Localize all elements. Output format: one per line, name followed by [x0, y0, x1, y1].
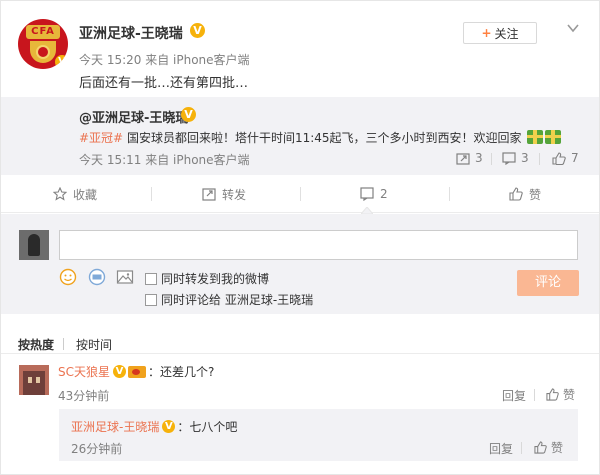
star-icon — [53, 187, 67, 201]
gift-emoji-icon — [527, 130, 544, 144]
author-avatar[interactable]: CFA V — [18, 19, 68, 69]
divider — [491, 153, 492, 165]
divider — [300, 187, 301, 201]
forward-count: 3 — [475, 151, 483, 165]
divider — [539, 153, 540, 165]
like-button[interactable]: 赞 — [509, 175, 541, 213]
verified-icon: V — [190, 23, 205, 38]
thumbs-up-icon — [509, 187, 523, 201]
forward-to-weibo-option[interactable]: 同时转发到我的微博 — [145, 270, 269, 287]
forwarded-author-name[interactable]: @亚洲足球-王晓瑞 — [79, 111, 188, 126]
avatar-window — [28, 377, 32, 383]
comment-input[interactable] — [59, 230, 578, 260]
comment-text: ：还差几个? — [148, 365, 215, 379]
weibo-card: CFA V 亚洲足球-王晓瑞 V 今天 15:20 来自 iPhone客户端 后… — [0, 0, 600, 475]
comment-time: 43分钟前 — [58, 389, 110, 403]
reply-time: 26分钟前 — [71, 442, 123, 456]
thumbs-up-icon — [546, 388, 559, 401]
post-meta: 今天 15:20 来自 iPhone客户端 — [79, 53, 250, 67]
chevron-down-icon[interactable] — [566, 21, 580, 35]
reply-like-button[interactable]: 赞 — [534, 439, 563, 456]
comment-option-label: 同时评论给 亚洲足球-王晓瑞 — [161, 293, 314, 307]
like-count: 7 — [571, 151, 579, 165]
comment-like-button[interactable]: 赞 — [546, 386, 575, 403]
comment-checkbox[interactable] — [145, 293, 157, 306]
author-name[interactable]: 亚洲足球-王晓瑞 — [79, 23, 183, 43]
forwarded-like-count[interactable]: 7 — [552, 151, 579, 165]
forwarded-text: #亚冠# 国安球员都回来啦！塔什干时间11:45起飞，三个多小时到西安！欢迎回家 — [79, 129, 562, 146]
gif-icon[interactable] — [88, 268, 106, 286]
forward-label: 转发 — [222, 187, 247, 202]
reply-button[interactable]: 回复 — [502, 387, 526, 404]
divider — [151, 187, 152, 201]
cfa-crest-text: CFA — [26, 25, 60, 39]
forward-button[interactable]: 转发 — [202, 175, 246, 213]
sort-by-hot[interactable]: 按热度 — [18, 336, 54, 353]
like-label: 赞 — [551, 441, 564, 455]
divider — [63, 338, 64, 350]
commenter-name[interactable]: SC天狼星 — [58, 363, 110, 380]
comment-sort-bar: 按热度 按时间 — [1, 314, 599, 354]
thumbs-up-icon — [534, 441, 547, 454]
smiley-icon[interactable] — [59, 268, 77, 286]
plus-icon: + — [481, 26, 492, 40]
divider — [521, 442, 522, 454]
forward-icon — [456, 152, 470, 165]
follow-label: 关注 — [494, 26, 519, 41]
forwarded-author[interactable]: @亚洲足球-王晓瑞 — [79, 107, 188, 126]
forwarded-comment-count[interactable]: 3 — [502, 151, 529, 165]
caret-up-icon — [361, 207, 373, 214]
divider — [449, 187, 450, 201]
verified-icon: V — [113, 365, 126, 378]
commenter-avatar[interactable] — [19, 365, 49, 395]
forwarded-meta: 今天 15:11 来自 iPhone客户端 — [79, 153, 250, 167]
action-bar: 收藏 转发 2 赞 — [1, 175, 599, 213]
avatar-figure — [28, 234, 40, 256]
comment-composer: 同时转发到我的微博 同时评论给 亚洲足球-王晓瑞 评论 — [1, 214, 599, 314]
my-avatar[interactable] — [19, 230, 49, 260]
reply-author-name[interactable]: 亚洲足球-王晓瑞 — [71, 418, 159, 435]
divider — [534, 389, 535, 401]
comment-line: SC天狼星 V ：还差几个? — [58, 363, 214, 380]
follow-button[interactable]: + 关注 — [463, 22, 537, 44]
comment-icon — [360, 187, 374, 201]
image-icon[interactable] — [116, 268, 134, 286]
favorite-button[interactable]: 收藏 — [53, 175, 97, 213]
favorite-label: 收藏 — [73, 187, 98, 202]
forwarded-post: @亚洲足球-王晓瑞 V #亚冠# 国安球员都回来啦！塔什干时间11:45起飞，三… — [1, 97, 599, 175]
verified-badge-icon: V — [55, 55, 68, 69]
forward-option-label: 同时转发到我的微博 — [161, 272, 270, 286]
gift-emoji-icon — [545, 130, 562, 144]
thumbs-up-icon — [552, 151, 566, 165]
forwarded-forward-count[interactable]: 3 — [456, 151, 483, 165]
comment-icon — [502, 151, 516, 165]
comment-count-label: 2 — [380, 187, 388, 201]
crest-ball-icon — [36, 45, 50, 59]
comment-to-author-option[interactable]: 同时评论给 亚洲足球-王晓瑞 — [145, 291, 313, 308]
like-label: 赞 — [529, 187, 542, 202]
post-text: 后面还有一批…还有第四批… — [79, 76, 249, 91]
sort-by-time[interactable]: 按时间 — [76, 336, 112, 353]
reply-text: ：七八个吧 — [177, 420, 238, 434]
comment-reply: 亚洲足球-王晓瑞 V ：七八个吧 26分钟前 回复 赞 — [59, 409, 578, 461]
verified-icon: V — [162, 420, 176, 433]
comment-count: 3 — [521, 151, 529, 165]
submit-comment-button[interactable]: 评论 — [517, 270, 579, 296]
reply-button[interactable]: 回复 — [489, 440, 513, 457]
avatar-window — [36, 377, 40, 383]
reply-line: 亚洲足球-王晓瑞 V ：七八个吧 — [71, 418, 237, 435]
avatar-building — [23, 371, 45, 395]
member-badge-icon — [128, 365, 146, 378]
forward-checkbox[interactable] — [145, 272, 157, 285]
like-label: 赞 — [563, 388, 576, 402]
forwarded-body: 国安球员都回来啦！塔什干时间11:45起飞，三个多小时到西安！欢迎回家 — [123, 131, 522, 145]
forward-icon — [202, 188, 216, 201]
forwarded-verified-icon: V — [181, 107, 196, 122]
topic-tag[interactable]: #亚冠# — [79, 131, 123, 145]
